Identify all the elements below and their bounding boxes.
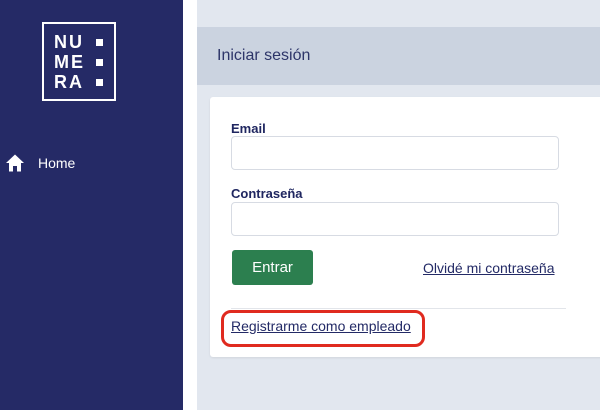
content-gutter [183, 0, 197, 410]
main-content: Iniciar sesión Email Contraseña Entrar O… [197, 0, 600, 410]
sidebar-item-home[interactable]: Home [5, 150, 75, 176]
logo-dot [96, 58, 103, 66]
register-employee-link[interactable]: Registrarme como empleado [231, 318, 411, 334]
numera-logo[interactable]: NU ME RA [42, 22, 116, 101]
login-card: Email Contraseña Entrar Olvidé mi contra… [210, 97, 600, 357]
sidebar-item-label: Home [38, 155, 76, 171]
forgot-password-link[interactable]: Olvidé mi contraseña [423, 260, 555, 276]
divider [231, 308, 566, 309]
password-label: Contraseña [231, 186, 303, 201]
sidebar: NU ME RA Home [0, 0, 183, 410]
home-icon [5, 153, 25, 173]
login-button[interactable]: Entrar [232, 250, 313, 285]
email-label: Email [231, 121, 266, 136]
password-field[interactable] [231, 202, 559, 236]
logo-dot [96, 78, 103, 86]
logo-text-line-3: RA [54, 72, 84, 92]
logo-text-line-2: ME [54, 52, 85, 72]
email-field[interactable] [231, 136, 559, 170]
logo-text-line-1: NU [54, 32, 84, 52]
logo-dot [96, 38, 103, 46]
page-header: Iniciar sesión [197, 27, 600, 85]
page-title: Iniciar sesión [217, 47, 311, 64]
